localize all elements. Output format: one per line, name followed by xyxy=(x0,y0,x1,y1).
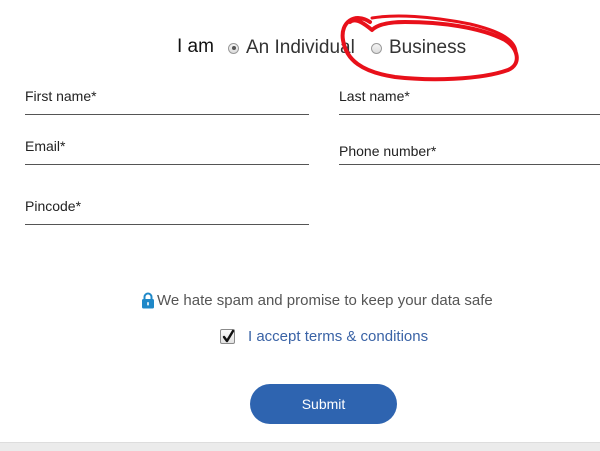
red-annotation-circle xyxy=(340,14,519,82)
submit-button[interactable]: Submit xyxy=(250,384,397,424)
individual-radio-button[interactable] xyxy=(228,42,239,54)
email-label: Email* xyxy=(25,138,66,154)
pincode-field[interactable]: Pincode* xyxy=(25,193,309,225)
phone-number-label: Phone number* xyxy=(339,143,437,159)
business-radio-label[interactable]: Business xyxy=(389,37,466,59)
checkmark-icon xyxy=(222,329,235,343)
pincode-label: Pincode* xyxy=(25,198,82,214)
first-name-label: First name* xyxy=(25,88,97,104)
lock-icon xyxy=(142,292,154,309)
business-radio[interactable]: Business xyxy=(371,36,466,60)
phone-number-field[interactable]: Phone number* xyxy=(339,133,600,165)
terms-link[interactable]: I accept terms & conditions xyxy=(248,328,428,345)
business-radio-button[interactable] xyxy=(371,42,382,54)
individual-radio[interactable]: An Individual xyxy=(228,36,355,60)
individual-radio-label[interactable]: An Individual xyxy=(246,37,355,59)
last-name-field[interactable]: Last name* xyxy=(339,83,600,115)
last-name-label: Last name* xyxy=(339,88,410,104)
email-field[interactable]: Email* xyxy=(25,133,309,165)
privacy-notice: We hate spam and promise to keep your da… xyxy=(141,292,493,309)
terms-checkbox[interactable] xyxy=(220,329,235,344)
first-name-field[interactable]: First name* xyxy=(25,83,309,115)
privacy-notice-text: We hate spam and promise to keep your da… xyxy=(157,292,493,309)
account-type-label: I am xyxy=(177,36,214,57)
